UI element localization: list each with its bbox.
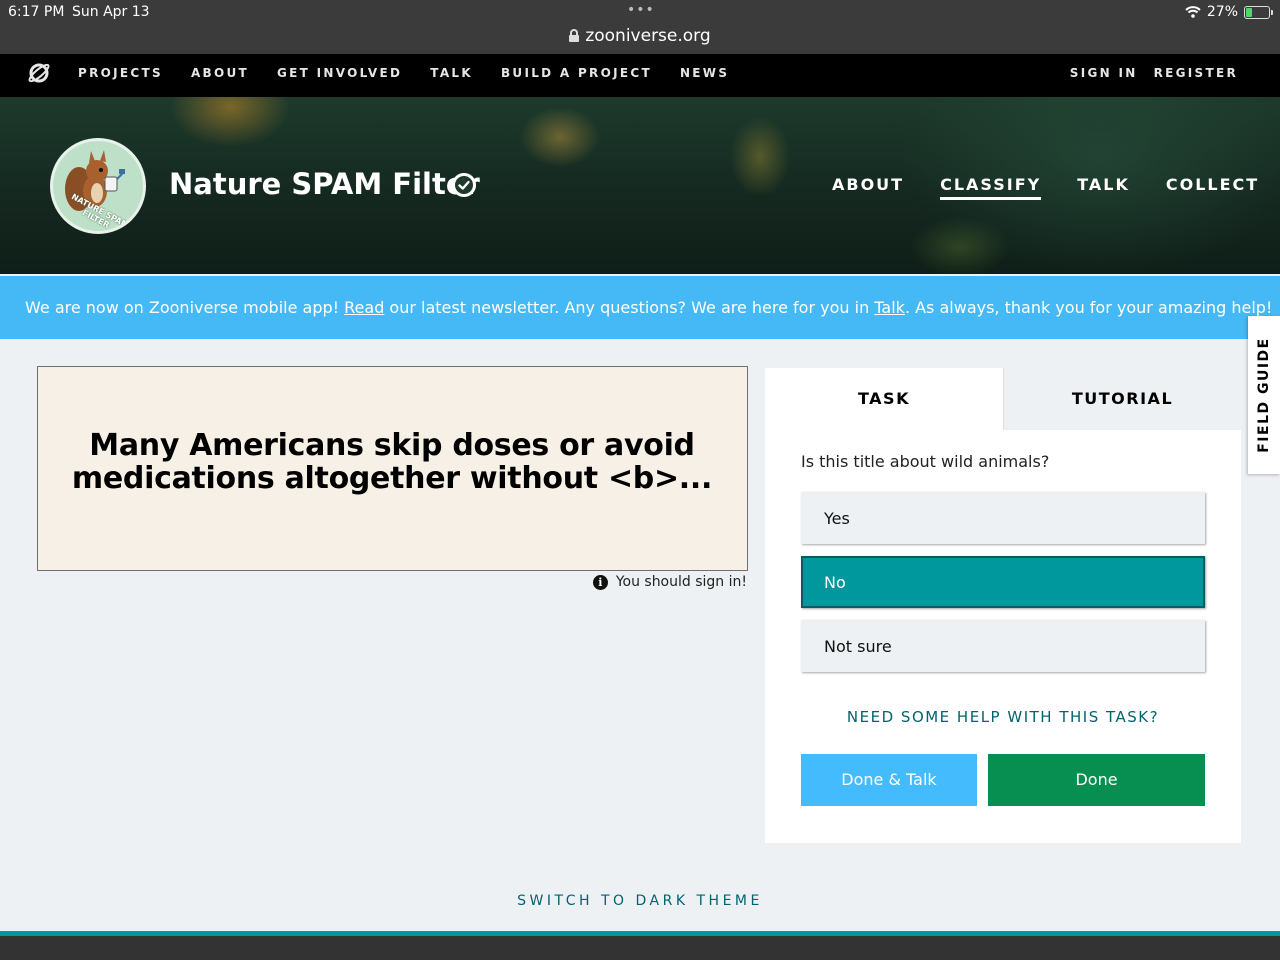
tab-tutorial[interactable]: TUTORIAL — [1003, 368, 1241, 430]
status-date: Sun Apr 13 — [72, 4, 150, 20]
nav-get-involved[interactable]: GET INVOLVED — [277, 66, 402, 80]
project-nav-talk[interactable]: TALK — [1077, 175, 1130, 200]
status-indicators: 27% — [1185, 4, 1273, 20]
signin-note: i You should sign in! — [592, 574, 747, 590]
done-button[interactable]: Done — [988, 754, 1205, 806]
task-panel: TASK TUTORIAL Is this title about wild a… — [765, 368, 1241, 843]
answer-not-sure[interactable]: Not sure — [801, 620, 1205, 672]
status-time: 6:17 PM — [8, 4, 65, 20]
more-dots-icon[interactable]: ••• — [627, 2, 655, 18]
site-nav-links: PROJECTS ABOUT GET INVOLVED TALK BUILD A… — [78, 66, 729, 80]
nav-build-a-project[interactable]: BUILD A PROJECT — [501, 66, 652, 80]
project-nav-classify[interactable]: CLASSIFY — [940, 175, 1042, 200]
nav-news[interactable]: NEWS — [680, 66, 729, 80]
subject-viewer[interactable]: Many Americans skip doses or avoid medic… — [37, 366, 748, 571]
verified-badge-icon — [452, 173, 476, 197]
nav-projects[interactable]: PROJECTS — [78, 66, 163, 80]
project-nav-collect[interactable]: COLLECT — [1166, 175, 1259, 200]
signin-note-text: You should sign in! — [615, 574, 747, 590]
field-guide-tab[interactable]: FIELD GUIDE — [1248, 316, 1280, 474]
battery-percent: 27% — [1206, 4, 1238, 20]
answer-yes[interactable]: Yes — [801, 492, 1205, 544]
battery-icon — [1244, 5, 1273, 19]
task-question: Is this title about wild animals? — [801, 452, 1050, 471]
project-title[interactable]: Nature SPAM Filter — [169, 167, 480, 201]
auth-links: SIGN IN REGISTER — [1070, 66, 1238, 80]
announcement-text-1: We are now on Zooniverse mobile app! — [25, 298, 345, 317]
url-text: zooniverse.org — [585, 26, 711, 46]
info-icon: i — [592, 574, 608, 590]
task-help-link[interactable]: NEED SOME HELP WITH THIS TASK? — [801, 708, 1205, 726]
answer-no[interactable]: No — [801, 556, 1205, 608]
sign-in-link[interactable]: SIGN IN — [1070, 66, 1138, 80]
project-nav-about[interactable]: ABOUT — [832, 175, 904, 200]
newsletter-link[interactable]: Read — [344, 298, 384, 317]
talk-link[interactable]: Talk — [874, 298, 905, 317]
site-footer — [0, 931, 1280, 960]
battery-fill — [1246, 7, 1252, 17]
zooniverse-logo-icon[interactable] — [27, 61, 51, 85]
done-and-talk-button[interactable]: Done & Talk — [801, 754, 977, 806]
lock-icon — [569, 29, 580, 42]
project-avatar[interactable]: NATURE SPAM FILTER — [50, 138, 146, 234]
subject-line-2: medications altogether without <b>... — [71, 461, 713, 496]
subject-text: Many Americans skip doses or avoid medic… — [38, 429, 746, 495]
announcement-banner: We are now on Zooniverse mobile app! Rea… — [0, 276, 1280, 339]
tab-task[interactable]: TASK — [765, 368, 1003, 430]
site-nav: PROJECTS ABOUT GET INVOLVED TALK BUILD A… — [0, 54, 1280, 97]
announcement-text-3: . As always, thank you for your amazing … — [904, 298, 1273, 317]
announcement-text-2: our latest newsletter. Any questions? We… — [384, 298, 875, 317]
subject-line-1: Many Americans skip doses or avoid — [89, 428, 695, 463]
address-bar[interactable]: zooniverse.org — [0, 26, 1280, 46]
browser-chrome: 6:17 PM Sun Apr 13 ••• zooniverse.org 27… — [0, 0, 1280, 54]
wifi-icon — [1185, 6, 1201, 18]
register-link[interactable]: REGISTER — [1154, 66, 1238, 80]
nav-talk[interactable]: TALK — [430, 66, 473, 80]
nav-about[interactable]: ABOUT — [191, 66, 249, 80]
dark-theme-toggle[interactable]: SWITCH TO DARK THEME — [0, 893, 1280, 909]
project-header: NATURE SPAM FILTER Nature SPAM Filter AB… — [0, 97, 1280, 274]
project-nav: ABOUT CLASSIFY TALK COLLECT — [832, 175, 1259, 200]
field-guide-label: FIELD GUIDE — [1256, 337, 1272, 453]
